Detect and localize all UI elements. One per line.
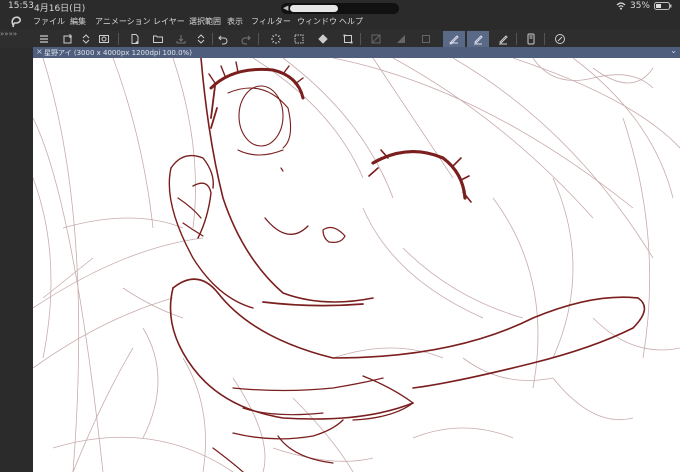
menu-window[interactable]: ウィンドウ (297, 16, 337, 27)
toolbar-divider (258, 33, 259, 45)
redo-icon[interactable] (238, 31, 254, 47)
canvas-frame-icon[interactable] (418, 31, 434, 47)
battery-percent: 35% (629, 1, 650, 11)
paper-layer-icon[interactable] (393, 31, 409, 47)
volume-level (290, 5, 338, 12)
app-logo-icon[interactable] (9, 15, 23, 29)
document-tab[interactable]: × 星野アイ (3000 x 4000px 1200dpi 100.0%) ⌄ (33, 46, 680, 58)
toolbar-divider (360, 33, 361, 45)
clear-icon[interactable] (291, 31, 307, 47)
expand-panel-icon[interactable]: »»»» (0, 30, 17, 38)
drawing-canvas[interactable] (33, 58, 680, 472)
volume-indicator: ◀ (281, 3, 399, 14)
toolbar-divider (544, 33, 545, 45)
new-file-icon[interactable] (127, 31, 143, 47)
fill-icon[interactable] (315, 31, 331, 47)
document-title: 星野アイ (3000 x 4000px 1200dpi 100.0%) (44, 49, 192, 57)
transform-icon[interactable] (340, 31, 356, 47)
chevron-down-icon[interactable]: ⌄ (670, 46, 677, 55)
wifi-icon (616, 2, 626, 10)
status-date: 4月16日(日) (34, 4, 86, 14)
menu-edit[interactable]: 編集 (70, 16, 86, 27)
toolbar-divider (118, 33, 119, 45)
smartphone-icon[interactable] (523, 31, 539, 47)
pen-settings-icon[interactable] (552, 31, 568, 47)
left-panel-collapsed: »»»» (0, 30, 33, 472)
up-down-icon[interactable] (193, 31, 209, 47)
toolbar-divider (516, 33, 517, 45)
save-icon[interactable] (173, 31, 189, 47)
ruler-icon[interactable] (368, 31, 384, 47)
menu-bar: ファイル 編集 アニメーション レイヤー 選択範囲 表示 フィルター ウィンドウ… (0, 14, 680, 30)
open-folder-icon[interactable] (150, 31, 166, 47)
status-time: 15:53 (8, 1, 34, 11)
pen-selected-icon[interactable] (443, 31, 465, 47)
menu-layer[interactable]: レイヤー (153, 16, 185, 27)
up-down-icon[interactable] (78, 31, 94, 47)
menu-animation[interactable]: アニメーション (95, 16, 151, 27)
layer-property-icon[interactable] (96, 31, 112, 47)
pen-selected-icon[interactable] (467, 31, 489, 47)
loading-icon[interactable] (268, 31, 284, 47)
menu-file[interactable]: ファイル (33, 16, 65, 27)
menu-view[interactable]: 表示 (227, 16, 243, 27)
toolbar-divider (212, 33, 213, 45)
lineart-artwork (33, 58, 680, 472)
command-bar (0, 30, 680, 48)
pen-icon[interactable] (495, 31, 511, 47)
speaker-icon: ◀ (283, 4, 289, 12)
menu-icon[interactable] (36, 31, 52, 47)
undo-icon[interactable] (215, 31, 231, 47)
battery-icon (654, 2, 672, 10)
menu-filter[interactable]: フィルター (251, 16, 291, 27)
status-right: 35% (616, 1, 672, 11)
new-layer-icon[interactable] (60, 31, 76, 47)
menu-help[interactable]: ヘルプ (339, 16, 363, 27)
menu-selection[interactable]: 選択範囲 (189, 16, 221, 27)
close-icon[interactable]: × (36, 47, 43, 56)
